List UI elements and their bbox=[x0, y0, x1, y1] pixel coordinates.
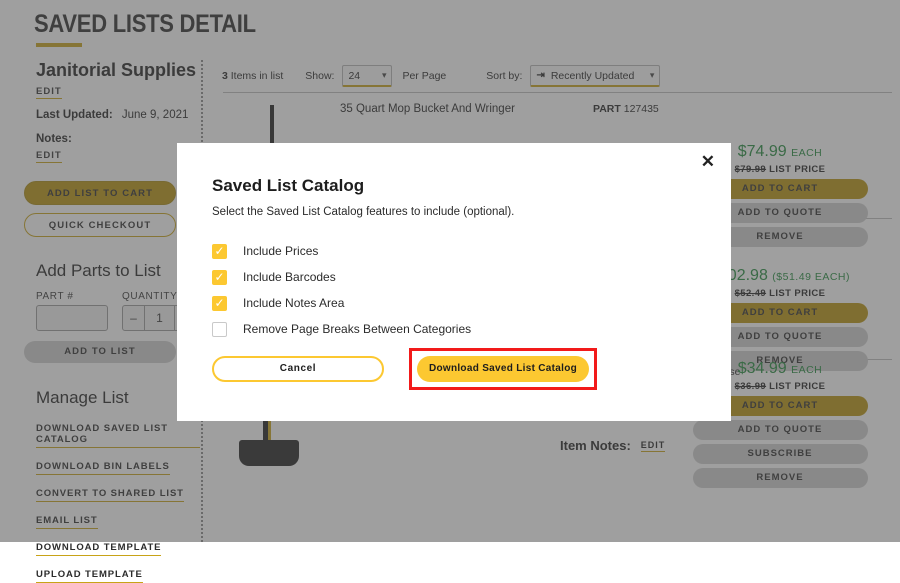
option-label: Include Barcodes bbox=[243, 270, 336, 284]
download-button-highlight: Download Saved List Catalog bbox=[409, 348, 597, 390]
catalog-options-list: ✓ Include Prices ✓ Include Barcodes ✓ In… bbox=[212, 238, 471, 342]
check-icon: ✓ bbox=[214, 245, 224, 257]
checkbox-remove-page-breaks[interactable] bbox=[212, 322, 227, 337]
dialog-subtitle: Select the Saved List Catalog features t… bbox=[212, 206, 514, 218]
checkbox-include-notes-area[interactable]: ✓ bbox=[212, 296, 227, 311]
option-include-prices[interactable]: ✓ Include Prices bbox=[212, 238, 471, 264]
option-label: Remove Page Breaks Between Categories bbox=[243, 322, 471, 336]
check-icon: ✓ bbox=[214, 271, 224, 283]
download-saved-list-catalog-button[interactable]: Download Saved List Catalog bbox=[417, 356, 589, 382]
option-include-barcodes[interactable]: ✓ Include Barcodes bbox=[212, 264, 471, 290]
dialog-actions: Cancel Download Saved List Catalog bbox=[212, 348, 597, 390]
checkbox-include-barcodes[interactable]: ✓ bbox=[212, 270, 227, 285]
option-label: Include Prices bbox=[243, 244, 318, 258]
close-icon[interactable]: ✕ bbox=[701, 153, 715, 170]
check-icon: ✓ bbox=[214, 297, 224, 309]
option-include-notes-area[interactable]: ✓ Include Notes Area bbox=[212, 290, 471, 316]
dialog-title: Saved List Catalog bbox=[212, 176, 364, 196]
saved-list-catalog-dialog: ✕ Saved List Catalog Select the Saved Li… bbox=[177, 143, 731, 421]
checkbox-include-prices[interactable]: ✓ bbox=[212, 244, 227, 259]
manage-link-upload-template[interactable]: UPLOAD TEMPLATE bbox=[36, 569, 143, 583]
manage-link-download-template[interactable]: DOWNLOAD TEMPLATE bbox=[36, 542, 161, 556]
cancel-button[interactable]: Cancel bbox=[212, 356, 384, 382]
option-remove-page-breaks[interactable]: Remove Page Breaks Between Categories bbox=[212, 316, 471, 342]
option-label: Include Notes Area bbox=[243, 296, 344, 310]
